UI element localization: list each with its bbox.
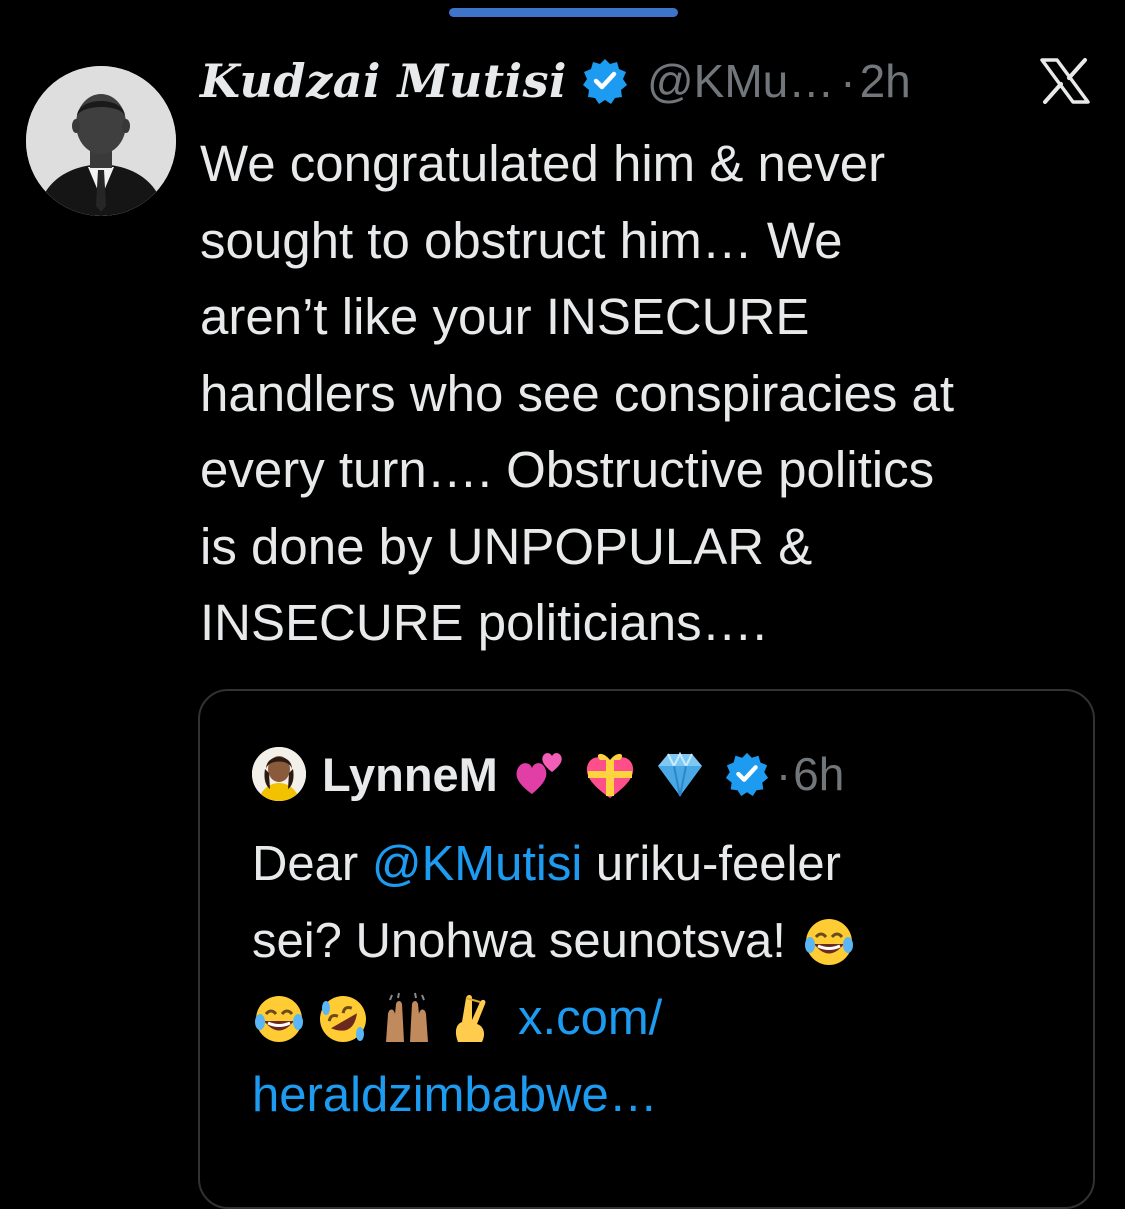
url-link[interactable]: heraldzimbabwe… bbox=[252, 1057, 658, 1134]
quoted-text-segment: uriku-feeler bbox=[582, 837, 841, 891]
quoted-tweet-text: Dear @KMutisi uriku-feeler sei? Unohwa s… bbox=[252, 826, 1072, 1134]
x-logo-icon bbox=[1040, 58, 1090, 104]
face-with-tears-of-joy-emoji-icon bbox=[252, 992, 306, 1046]
rolling-on-floor-laughing-emoji-icon bbox=[316, 992, 370, 1046]
quoted-text-line: sei? Unohwa seunotsva! bbox=[252, 903, 1072, 980]
verified-badge-icon bbox=[724, 751, 770, 797]
quoted-text-line: x.com/ bbox=[252, 980, 1072, 1057]
tweet-timestamp[interactable]: 2h bbox=[860, 54, 911, 108]
url-link[interactable]: x.com/ bbox=[518, 980, 662, 1057]
tweet-text: We congratulated him & never sought to o… bbox=[200, 135, 955, 651]
quoted-text-line: heraldzimbabwe… bbox=[252, 1057, 1072, 1134]
author-handle[interactable]: @KMu… bbox=[647, 54, 834, 108]
profile-photo-icon bbox=[252, 747, 306, 801]
quoted-tweet-timestamp[interactable]: 6h bbox=[793, 747, 844, 801]
raising-hands-emoji-icon bbox=[380, 992, 434, 1046]
quoted-text-segment: Dear bbox=[252, 837, 372, 891]
separator-dot: · bbox=[840, 55, 856, 107]
profile-photo-icon bbox=[26, 66, 176, 216]
heart-with-ribbon-emoji-icon bbox=[582, 746, 638, 802]
quoted-text-line: Dear @KMutisi uriku-feeler bbox=[252, 826, 1072, 903]
quoted-tweet-header: LynneM · 6h bbox=[252, 742, 844, 806]
author-avatar[interactable] bbox=[26, 66, 176, 216]
quoted-author-display-name[interactable]: LynneM bbox=[322, 747, 498, 802]
tweet-header: Kudzai Mutisi @KMu… · 2h bbox=[200, 50, 1110, 112]
gem-stone-emoji-icon bbox=[652, 746, 708, 802]
quoted-text-segment: sei? Unohwa seunotsva! bbox=[252, 914, 786, 968]
sheet-drag-handle[interactable] bbox=[449, 8, 678, 17]
verified-badge-icon bbox=[581, 57, 629, 105]
mention-link[interactable]: @KMutisi bbox=[372, 826, 582, 903]
face-with-tears-of-joy-emoji-icon bbox=[802, 915, 856, 969]
quoted-author-avatar[interactable] bbox=[252, 747, 306, 801]
author-display-name[interactable]: Kudzai Mutisi bbox=[200, 54, 567, 108]
separator-dot: · bbox=[775, 748, 792, 800]
two-hearts-emoji-icon bbox=[512, 746, 568, 802]
crossed-fingers-emoji-icon bbox=[444, 992, 498, 1046]
